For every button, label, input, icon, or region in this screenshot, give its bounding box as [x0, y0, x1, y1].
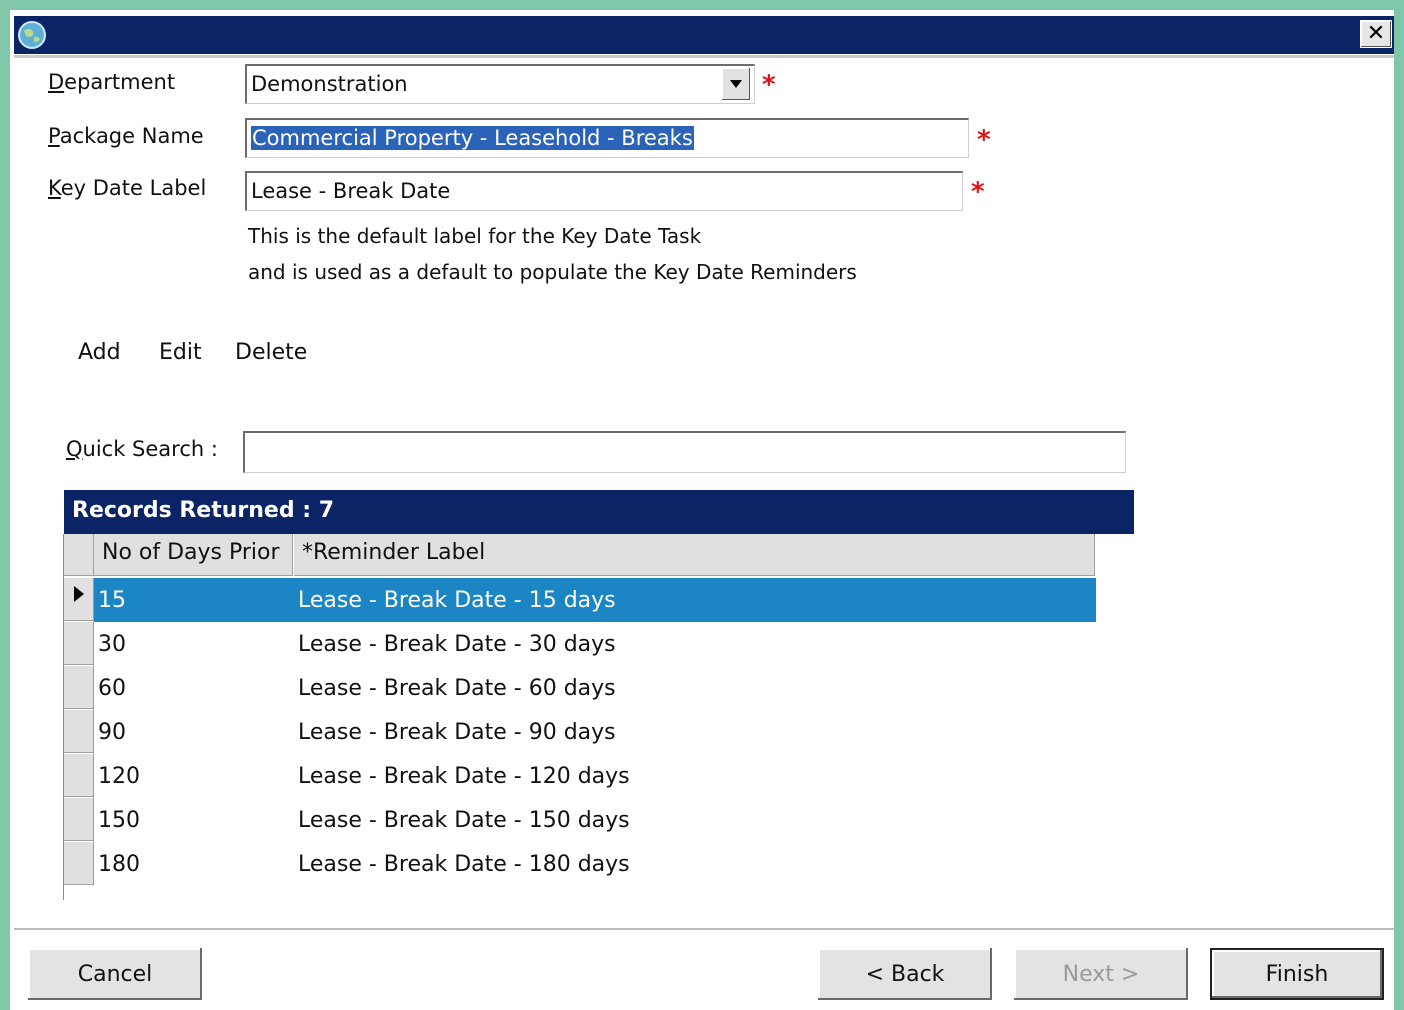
table-row[interactable]: 15 Lease - Break Date - 15 days: [64, 578, 1096, 622]
cell-days: 15: [98, 588, 126, 613]
row-header[interactable]: [64, 754, 94, 798]
cell-reminder-label: Lease - Break Date - 15 days: [298, 588, 616, 613]
table-row[interactable]: 60 Lease - Break Date - 60 days: [64, 666, 1096, 710]
hint-line-1: This is the default label for the Key Da…: [248, 224, 702, 248]
department-dropdown-button[interactable]: [722, 68, 750, 100]
hint-line-2: and is used as a default to populate the…: [248, 260, 857, 284]
table-row[interactable]: 150 Lease - Break Date - 150 days: [64, 798, 1096, 842]
finish-button[interactable]: Finish: [1210, 948, 1384, 1000]
next-button[interactable]: Next >: [1014, 948, 1188, 1000]
key-date-label-label: Key Date Label: [48, 176, 207, 200]
cell-days: 90: [98, 720, 126, 745]
edit-button[interactable]: Edit: [159, 340, 202, 365]
required-marker-package: *: [977, 125, 991, 155]
cell-days: 30: [98, 632, 126, 657]
cell-days: 180: [98, 852, 140, 877]
back-button[interactable]: < Back: [818, 948, 992, 1000]
row-header[interactable]: [64, 666, 94, 710]
title-bar[interactable]: [14, 16, 1394, 54]
globe-app-icon: [18, 21, 46, 49]
key-date-label-input[interactable]: Lease - Break Date: [245, 171, 963, 211]
column-header-reminder-label[interactable]: *Reminder Label: [294, 534, 1096, 576]
quick-search-label: Quick Search :: [66, 437, 218, 461]
column-header-days[interactable]: No of Days Prior: [94, 534, 294, 576]
table-row[interactable]: 90 Lease - Break Date - 90 days: [64, 710, 1096, 754]
table-row[interactable]: 180 Lease - Break Date - 180 days: [64, 842, 1096, 886]
footer-separator: [14, 928, 1394, 930]
grid-corner: [64, 534, 94, 576]
row-header[interactable]: [64, 622, 94, 666]
department-label: Department: [48, 70, 176, 94]
cell-days: 150: [98, 808, 140, 833]
cell-days: 60: [98, 676, 126, 701]
package-name-label: Package Name: [48, 124, 204, 148]
cell-reminder-label: Lease - Break Date - 90 days: [298, 720, 616, 745]
row-header[interactable]: [64, 842, 94, 886]
cell-reminder-label: Lease - Break Date - 60 days: [298, 676, 616, 701]
cancel-button[interactable]: Cancel: [28, 948, 202, 1000]
department-value: Demonstration: [251, 72, 408, 96]
table-row[interactable]: 30 Lease - Break Date - 30 days: [64, 622, 1096, 666]
title-separator: [14, 55, 1394, 58]
cell-days: 120: [98, 764, 140, 789]
chevron-down-icon: [730, 80, 742, 88]
delete-button[interactable]: Delete: [235, 340, 307, 365]
cell-reminder-label: Lease - Break Date - 180 days: [298, 852, 630, 877]
cell-reminder-label: Lease - Break Date - 120 days: [298, 764, 630, 789]
records-returned-header: Records Returned : 7: [64, 490, 1134, 534]
required-marker-department: *: [762, 70, 776, 100]
row-header[interactable]: [64, 798, 94, 842]
table-row[interactable]: 120 Lease - Break Date - 120 days: [64, 754, 1096, 798]
close-button[interactable]: ✕: [1360, 20, 1392, 48]
cell-reminder-label: Lease - Break Date - 30 days: [298, 632, 616, 657]
add-button[interactable]: Add: [78, 340, 121, 365]
cell-reminder-label: Lease - Break Date - 150 days: [298, 808, 630, 833]
quick-search-input[interactable]: [243, 431, 1126, 473]
row-header[interactable]: [64, 710, 94, 754]
department-select[interactable]: Demonstration: [245, 64, 755, 104]
package-name-value: Commercial Property - Leasehold - Breaks: [251, 126, 694, 150]
package-name-input[interactable]: Commercial Property - Leasehold - Breaks: [245, 118, 969, 158]
key-date-label-value: Lease - Break Date: [251, 179, 451, 203]
current-row-arrow-icon: [74, 586, 84, 602]
required-marker-key-date: *: [971, 177, 985, 207]
row-header[interactable]: [64, 578, 94, 622]
